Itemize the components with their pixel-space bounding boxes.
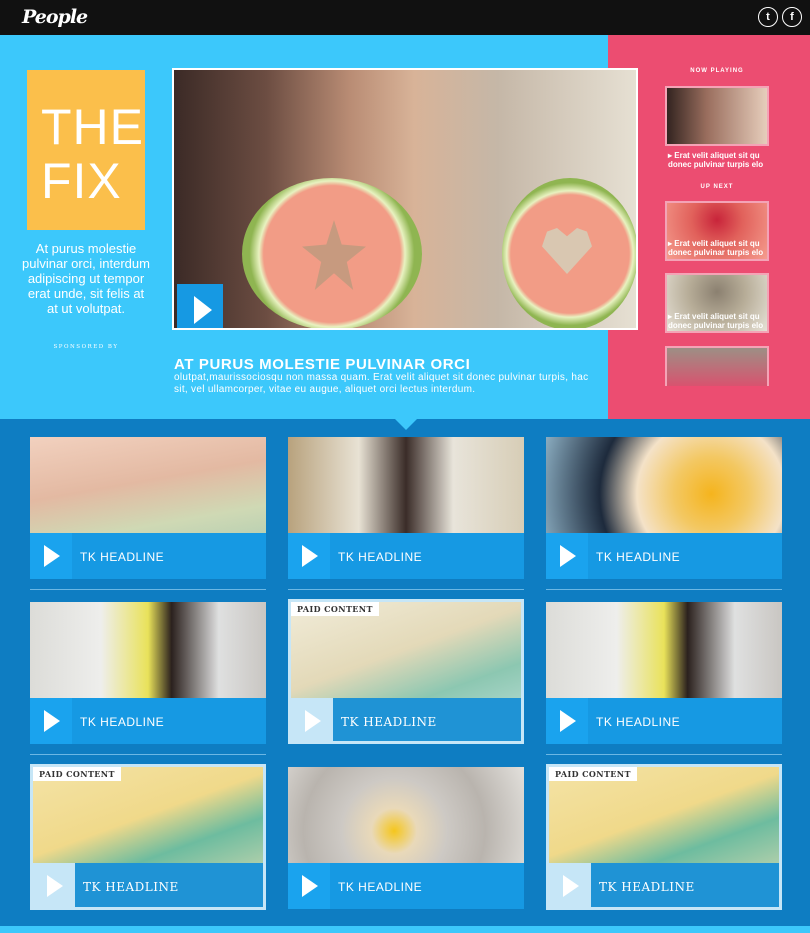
video-headline[interactable]: TK HEADLINE [596, 550, 680, 564]
play-icon [194, 296, 212, 324]
card-divider [288, 589, 524, 590]
play-icon [305, 710, 321, 732]
play-icon [563, 875, 579, 897]
paid-video-card[interactable]: TK HEADLINE PAID CONTENT [30, 764, 266, 910]
caption-text: Erat velit aliquet sit qu donec pulvinar… [668, 312, 764, 330]
play-button[interactable] [177, 284, 223, 328]
play-icon [47, 875, 63, 897]
video-headline[interactable]: TK HEADLINE [599, 880, 695, 894]
sponsored-label: SPONSORED BY [53, 344, 119, 350]
bottom-strip [0, 926, 810, 933]
series-title-line2: FIX [41, 153, 122, 209]
play-button[interactable] [291, 698, 333, 741]
play-button[interactable] [288, 863, 330, 909]
card-divider [546, 754, 782, 755]
play-icon [44, 545, 60, 567]
now-playing-thumbnail[interactable] [665, 86, 769, 146]
video-headline[interactable]: TK HEADLINE [83, 880, 179, 894]
play-button[interactable] [288, 533, 330, 579]
paid-content-badge: PAID CONTENT [549, 767, 637, 781]
paid-content-badge: PAID CONTENT [33, 767, 121, 781]
hero-pointer [394, 418, 418, 430]
paid-video-card[interactable]: TK HEADLINE PAID CONTENT [546, 764, 782, 910]
up-next-thumbnail[interactable] [665, 346, 769, 386]
series-logo: THE FIX [27, 70, 145, 230]
top-bar: People t f [0, 0, 810, 35]
caption-text: Erat velit aliquet sit qu donec pulvinar… [668, 239, 764, 257]
video-headline[interactable]: TK HEADLINE [80, 550, 164, 564]
play-button[interactable] [30, 533, 72, 579]
video-card[interactable]: TK HEADLINE [30, 602, 266, 744]
now-playing-caption[interactable]: ▸ Erat velit aliquet sit qu donec pulvin… [668, 151, 768, 169]
video-headline[interactable]: TK HEADLINE [80, 715, 164, 729]
play-button[interactable] [549, 863, 591, 907]
play-button[interactable] [546, 533, 588, 579]
video-headline[interactable]: TK HEADLINE [596, 715, 680, 729]
up-next-label: UP NEXT [700, 184, 734, 190]
up-next-caption[interactable]: ▸ Erat velit aliquet sit qu donec pulvin… [668, 239, 768, 257]
play-icon [302, 875, 318, 897]
facebook-icon[interactable]: f [782, 7, 802, 27]
video-headline[interactable]: TK HEADLINE [338, 880, 422, 894]
play-icon [560, 545, 576, 567]
card-divider [546, 589, 782, 590]
featured-description: olutpat,maurissociosqu non massa quam. E… [174, 372, 589, 395]
video-card[interactable]: TK HEADLINE [546, 437, 782, 579]
video-card[interactable]: TK HEADLINE [288, 437, 524, 579]
video-player[interactable] [172, 68, 638, 330]
featured-title: AT PURUS MOLESTIE PULVINAR ORCI [174, 356, 471, 373]
twitter-icon[interactable]: t [758, 7, 778, 27]
play-button[interactable] [546, 698, 588, 744]
video-card[interactable]: TK HEADLINE [288, 767, 524, 909]
play-button[interactable] [30, 698, 72, 744]
paid-content-badge: PAID CONTENT [291, 602, 379, 616]
people-logo[interactable]: People [22, 6, 88, 28]
play-icon [302, 545, 318, 567]
series-description: At purus molestie pulvinar orci, interdu… [22, 241, 150, 316]
video-card[interactable]: TK HEADLINE [546, 602, 782, 744]
video-card[interactable]: TK HEADLINE [30, 437, 266, 579]
play-icon [44, 710, 60, 732]
up-next-caption[interactable]: ▸ Erat velit aliquet sit qu donec pulvin… [668, 312, 768, 330]
video-headline[interactable]: TK HEADLINE [338, 550, 422, 564]
video-headline[interactable]: TK HEADLINE [341, 715, 437, 729]
series-title-line1: THE [41, 99, 144, 155]
card-divider [30, 589, 266, 590]
paid-video-card[interactable]: TK HEADLINE PAID CONTENT [288, 599, 524, 744]
caption-text: Erat velit aliquet sit qu donec pulvinar… [668, 151, 764, 169]
card-divider [30, 754, 266, 755]
play-button[interactable] [33, 863, 75, 907]
now-playing-label: NOW PLAYING [690, 68, 744, 74]
play-icon [560, 710, 576, 732]
